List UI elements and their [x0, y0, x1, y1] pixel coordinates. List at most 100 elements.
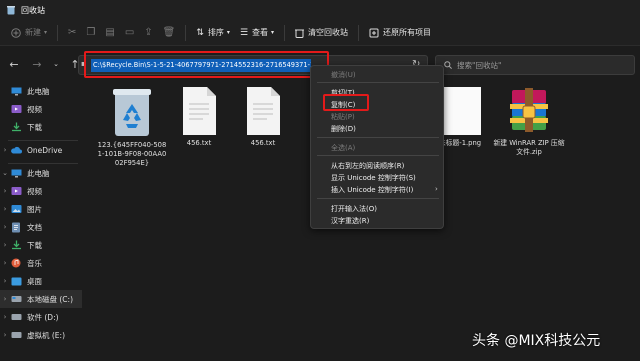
menu-item-insert-unicode[interactable]: 插入 Unicode 控制字符(I)	[331, 185, 413, 195]
chevron-right-icon: ›	[3, 277, 7, 285]
restore-all-label: 还原所有项目	[383, 28, 432, 37]
file-name: 456.txt	[186, 139, 212, 147]
text-file-icon	[247, 87, 280, 135]
file-item[interactable]: 456.txt	[164, 86, 234, 148]
menu-item-reconversion[interactable]: 汉字重选(R)	[331, 216, 369, 226]
empty-recycle-bin-label: 清空回收站	[308, 28, 349, 37]
menu-separator	[317, 82, 439, 83]
chevron-right-icon: ›	[3, 187, 7, 195]
drive-icon	[10, 311, 22, 323]
pictures-folder-icon	[10, 203, 22, 215]
sidebar-item-videos[interactable]: 视频	[0, 100, 82, 118]
empty-recycle-bin-button[interactable]: 清空回收站	[290, 23, 353, 43]
cut-button[interactable]: ✂	[63, 23, 81, 43]
rename-button[interactable]: ▭	[120, 23, 139, 43]
sidebar-item-pictures[interactable]: › 图片	[0, 200, 82, 218]
sidebar-item-label: OneDrive	[27, 145, 63, 155]
search-input[interactable]: 搜索"回收站"	[435, 55, 635, 75]
sidebar-item-drive-d[interactable]: › 软件 (D:)	[0, 308, 82, 326]
sort-button[interactable]: ⇅ 排序 ▾	[191, 23, 235, 43]
chevron-right-icon: ›	[3, 241, 7, 249]
menu-separator	[317, 155, 439, 156]
sidebar-item-label: 图片	[27, 204, 42, 214]
forward-button[interactable]: →	[28, 55, 46, 73]
title-bar: 回收站	[0, 0, 640, 20]
sidebar-item-label: 音乐	[27, 258, 42, 268]
chevron-down-icon: ⌄	[53, 60, 59, 68]
file-name: 456.txt	[250, 139, 276, 147]
copy-highlight-box	[323, 94, 369, 111]
new-label: 新建	[25, 28, 41, 37]
sidebar-item-downloads[interactable]: 下载	[0, 118, 82, 136]
view-button[interactable]: ☰ 查看 ▾	[235, 23, 279, 43]
chevron-right-icon: ›	[3, 331, 7, 339]
video-folder-icon	[10, 103, 22, 115]
menu-item-select-all[interactable]: 全选(A)	[331, 143, 355, 153]
recycle-bin-icon	[113, 89, 151, 136]
sidebar-item-label: 视频	[27, 186, 42, 196]
trash-icon: 🗑	[162, 27, 176, 38]
rename-icon: ▭	[124, 27, 135, 38]
winrar-archive-icon	[510, 88, 548, 132]
chevron-right-icon: ›	[3, 259, 7, 267]
monitor-icon	[10, 85, 22, 97]
recycle-bin-icon	[7, 6, 15, 15]
toolbar-divider	[358, 24, 360, 41]
sidebar-item-this-pc-expanded[interactable]: ⌄ 此电脑	[0, 164, 82, 182]
menu-item-delete[interactable]: 删除(D)	[331, 124, 356, 134]
menu-item-paste[interactable]: 粘贴(P)	[331, 112, 355, 122]
sidebar-item-videos[interactable]: › 视频	[0, 182, 82, 200]
sidebar-item-label: 本地磁盘 (C:)	[27, 294, 73, 304]
file-item[interactable]: 123.{645FF040-5081-101B-9F08-00AA002F954…	[97, 86, 167, 168]
menu-item-undo[interactable]: 撤消(U)	[331, 70, 356, 80]
paste-button[interactable]: ▤	[100, 23, 119, 43]
sidebar-item-music[interactable]: › 音乐	[0, 254, 82, 272]
recent-locations-button[interactable]: ⌄	[47, 55, 65, 73]
download-folder-icon	[10, 121, 22, 133]
view-icon: ☰	[239, 27, 249, 38]
menu-item-open-ime[interactable]: 打开输入法(O)	[331, 204, 377, 214]
sort-label: 排序	[207, 28, 224, 37]
toolbar-divider	[185, 24, 187, 41]
delete-button[interactable]: 🗑	[158, 23, 181, 43]
sidebar-item-drive-c[interactable]: › 本地磁盘 (C:)	[0, 290, 82, 308]
text-file-icon	[183, 87, 216, 135]
share-icon: ⇪	[144, 27, 153, 38]
copy-icon: ❐	[86, 27, 96, 38]
menu-item-rtl-reading[interactable]: 从右到左的阅读顺序(R)	[331, 161, 404, 171]
chevron-down-icon: ⌄	[2, 169, 8, 177]
sidebar-item-documents[interactable]: › 文档	[0, 218, 82, 236]
scissors-icon: ✂	[68, 27, 77, 38]
drive-icon	[10, 329, 22, 341]
file-item[interactable]: 456.txt	[228, 86, 298, 148]
chevron-right-icon: ›	[435, 185, 438, 193]
sidebar-item-this-pc[interactable]: 此电脑	[0, 82, 82, 100]
chevron-right-icon: ›	[3, 205, 7, 213]
watermark: 头条 @MIX科技公元	[472, 333, 601, 349]
sidebar-item-drive-e[interactable]: › 虚拟机 (E:)	[0, 326, 82, 344]
plus-circle-icon	[11, 27, 21, 38]
toolbar-divider	[57, 24, 59, 41]
menu-item-show-unicode[interactable]: 显示 Unicode 控制字符(S)	[331, 173, 416, 183]
file-item[interactable]: 新建 WinRAR ZIP 压缩文件.zip	[493, 86, 565, 157]
sidebar-item-downloads[interactable]: › 下载	[0, 236, 82, 254]
arrow-right-icon: →	[32, 57, 42, 71]
back-button[interactable]: ←	[5, 55, 23, 73]
monitor-icon	[10, 167, 22, 179]
restore-all-button[interactable]: 还原所有项目	[364, 23, 436, 43]
desktop-folder-icon	[10, 275, 22, 287]
sidebar-item-desktop[interactable]: › 桌面	[0, 272, 82, 290]
view-label: 查看	[252, 28, 269, 37]
search-icon	[444, 61, 452, 69]
sidebar-item-label: 下载	[27, 122, 42, 132]
paste-icon: ▤	[105, 27, 115, 38]
sidebar-item-onedrive[interactable]: › OneDrive	[0, 141, 82, 159]
video-folder-icon	[10, 185, 22, 197]
new-button[interactable]: 新建 ▾	[6, 23, 52, 43]
download-folder-icon	[10, 239, 22, 251]
chevron-right-icon: ›	[3, 146, 7, 154]
sidebar-item-label: 文档	[27, 222, 42, 232]
context-menu: 撤消(U) 剪切(T) 复制(C) 粘贴(P) 删除(D) 全选(A) 从右到左…	[310, 65, 444, 229]
copy-button[interactable]: ❐	[81, 23, 100, 43]
share-button[interactable]: ⇪	[139, 23, 157, 43]
